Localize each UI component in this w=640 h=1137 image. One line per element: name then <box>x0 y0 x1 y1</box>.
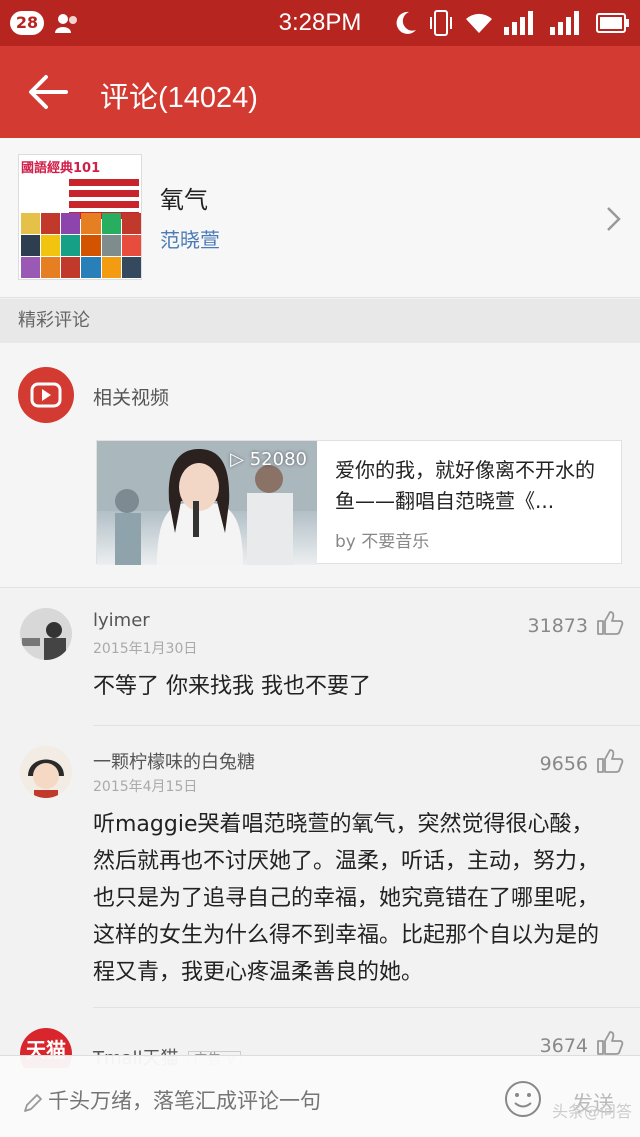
comment-username[interactable]: 一颗柠檬味的白兔糖 <box>93 748 255 774</box>
video-play-count: ▷ 52080 <box>230 449 307 470</box>
thumb-up-icon[interactable] <box>596 610 624 636</box>
comment-input[interactable] <box>48 1090 468 1114</box>
comment-item: 一颗柠檬味的白兔糖 2015年4月15日 9656 听maggie哭着唱范晓萱的… <box>0 726 640 1008</box>
song-artist-link[interactable]: 范晓萱 <box>160 224 220 253</box>
song-header-row[interactable]: 國語經典101 <box>0 138 640 298</box>
video-title: 爱你的我，就好像离不开水的鱼——翻唱自范晓萱《... <box>335 458 595 513</box>
thumb-up-icon[interactable] <box>596 748 624 774</box>
video-thumbnail: ▷ 52080 <box>97 441 317 565</box>
comment-text: 听maggie哭着唱范晓萱的氧气，突然觉得很心酸，然后就再也不讨厌她了。温柔，听… <box>93 812 600 985</box>
page-title: 评论(14024) <box>100 82 258 114</box>
smiley-icon[interactable] <box>504 1080 542 1118</box>
album-cover: 國語經典101 <box>18 154 142 280</box>
related-video-card[interactable]: ▷ 52080 爱你的我，就好像离不开水的鱼——翻唱自范晓萱《... by 不要… <box>96 440 622 565</box>
signal-icon-2 <box>550 11 579 35</box>
song-title: 氧气 <box>160 186 208 214</box>
battery-icon <box>596 13 629 33</box>
album-cover-portraits <box>21 213 141 278</box>
app-bar: 评论(14024) <box>0 46 640 138</box>
video-play-count-value: 52080 <box>249 449 307 470</box>
status-bar: 28 3:28PM <box>0 0 640 46</box>
chevron-right-icon[interactable] <box>604 204 624 234</box>
youtube-play-icon <box>18 367 74 423</box>
moon-icon <box>396 11 416 34</box>
vibrate-icon <box>430 10 452 36</box>
video-author: by 不要音乐 <box>335 532 430 552</box>
comment-item: lyimer 2015年1月30日 31873 不等了 你来找我 我也不要了 <box>0 588 640 726</box>
section-header-hot-comments: 精彩评论 <box>0 299 640 343</box>
comment-text: 不等了 你来找我 我也不要了 <box>93 674 371 699</box>
play-triangle-icon: ▷ <box>230 449 250 470</box>
comment-username[interactable]: lyimer <box>93 610 150 631</box>
comment-date: 2015年1月30日 <box>93 641 198 657</box>
comment-date: 2015年4月15日 <box>93 779 198 795</box>
like-count: 3674 <box>539 1035 588 1057</box>
like-count: 9656 <box>539 753 588 775</box>
like-count: 31873 <box>527 615 588 637</box>
wifi-icon <box>466 13 492 33</box>
back-arrow-icon[interactable] <box>26 72 70 112</box>
comment-input-bar: 发送 <box>0 1055 640 1137</box>
status-icons <box>394 9 630 37</box>
album-cover-title: 國語經典101 <box>21 161 101 176</box>
avatar[interactable] <box>20 746 72 798</box>
related-video-label: 相关视频 <box>93 387 170 409</box>
watermark: 头条@问答 <box>552 1102 633 1121</box>
pen-icon <box>24 1094 42 1112</box>
related-video-section: 相关视频 ▷ 52080 爱你的我，就好像离不开水的鱼——翻唱自范晓萱《... … <box>0 343 640 588</box>
thumb-up-icon[interactable] <box>596 1030 624 1056</box>
signal-icon <box>504 11 533 35</box>
avatar[interactable] <box>20 608 72 660</box>
